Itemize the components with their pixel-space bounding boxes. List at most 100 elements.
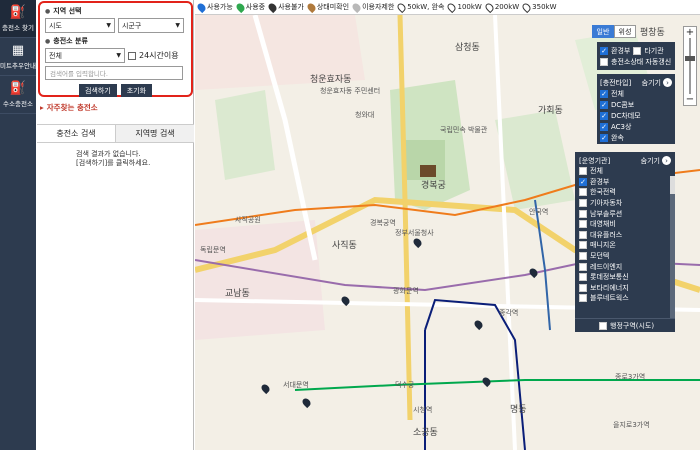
- legend-item[interactable]: 상태미확인: [305, 1, 349, 13]
- operator-checkbox[interactable]: ✓: [579, 177, 587, 186]
- operator-panel: [운영기관] 숨기기 › 전체 ✓ 환경부 한국전력 기아자동차 남부솔루션 대영…: [575, 152, 675, 332]
- pin-icon: [234, 1, 246, 13]
- legend-item[interactable]: 50kW, 완속: [396, 1, 444, 13]
- map-label: 청와대: [355, 111, 375, 119]
- left-rail: ⛽ 충전소 찾기 ▦ 미트추우안내 ⛽ 수소충전소: [0, 0, 36, 450]
- bullet-icon: ●: [45, 7, 51, 15]
- operator-checkbox[interactable]: [579, 241, 587, 250]
- operator-checkbox[interactable]: [579, 167, 587, 176]
- zoom-slider[interactable]: [685, 38, 695, 94]
- region-section-title: ● 지역 선택: [45, 7, 82, 15]
- sido-select[interactable]: 시도 ▼: [45, 18, 115, 33]
- chevron-right-icon: ›: [662, 156, 671, 165]
- panel-title: [충전타입]: [600, 78, 632, 87]
- pin-icon: [350, 1, 363, 13]
- operator-checkbox[interactable]: [579, 283, 587, 292]
- legend-item[interactable]: 사용중: [234, 1, 265, 13]
- operator-checkbox[interactable]: [579, 273, 587, 282]
- type-select[interactable]: 전체 ▼: [45, 48, 125, 63]
- map-label: 교남동: [225, 289, 250, 299]
- admin-area-toggle[interactable]: 행정구역(시도): [575, 318, 675, 332]
- map-label: 경복궁: [421, 181, 446, 191]
- 24h-label: 24시간이용: [139, 51, 179, 60]
- charger-icon: ⛽: [9, 4, 27, 20]
- operator-checkbox[interactable]: [579, 252, 587, 261]
- map-type-toggle: 일반 위성: [592, 25, 636, 38]
- map-label: 평창동: [640, 28, 665, 38]
- legend-item[interactable]: 사용불가: [266, 1, 304, 13]
- map-label: 청운효자동 주민센터: [320, 87, 381, 95]
- result-hint: [검색하기]를 클릭하세요.: [76, 159, 151, 167]
- map-label: 국립민속 박물관: [440, 126, 488, 134]
- map-label: 광화문역: [393, 287, 419, 295]
- type-section-title: ● 충전소 분류: [45, 37, 88, 45]
- type-checkbox[interactable]: ✓: [600, 122, 608, 131]
- 24h-checkbox[interactable]: [128, 51, 136, 60]
- search-input[interactable]: 검색어를 입력합니다.: [45, 66, 183, 80]
- legend-item[interactable]: 이용자제한: [350, 1, 394, 13]
- operator-scrollbar[interactable]: [670, 176, 675, 321]
- map-label: 시청역: [413, 406, 433, 414]
- zoom-control: + −: [683, 26, 697, 106]
- operator-checkbox[interactable]: [579, 188, 587, 197]
- legend-item[interactable]: 350kW: [521, 1, 557, 13]
- map-label: 덕수궁: [395, 381, 415, 389]
- legend-item[interactable]: 사용가능: [195, 1, 233, 13]
- legend-item[interactable]: 100kW: [446, 1, 482, 13]
- layer-panel: ✓ 환경부 타기관 충전소상태 자동갱신: [597, 42, 675, 70]
- pin-icon: [446, 1, 458, 13]
- chevron-right-icon: ›: [663, 78, 672, 87]
- type-checkbox[interactable]: ✓: [600, 89, 608, 98]
- map-label: 종각역: [499, 309, 519, 317]
- scroll-thumb[interactable]: [670, 176, 675, 194]
- legend-item[interactable]: 200kW: [483, 1, 519, 13]
- map-label: 청운효자동: [310, 75, 352, 85]
- chevron-down-icon: ▼: [106, 22, 111, 29]
- reset-button[interactable]: 초기화: [120, 84, 153, 97]
- zoom-in-button[interactable]: +: [686, 27, 694, 38]
- auto-refresh-checkbox[interactable]: [600, 57, 608, 66]
- zoom-handle[interactable]: [685, 56, 695, 61]
- tab-station-search[interactable]: 충전소 검색: [37, 125, 115, 142]
- map-label: 종로3가역: [615, 373, 646, 381]
- layer-checkbox[interactable]: [633, 46, 642, 55]
- calendar-icon: ▦: [11, 42, 25, 58]
- charge-type-panel: [충전타입] 숨기기 › ✓ 전체 ✓ DC콤보 ✓ DC차데모 ✓ AC3상 ✓ 완속: [597, 74, 675, 144]
- rail-charger-search[interactable]: ⛽ 충전소 찾기: [0, 0, 36, 38]
- operator-checkbox[interactable]: [579, 209, 587, 218]
- map-label: 삼청동: [455, 43, 480, 53]
- sigungu-select[interactable]: 시군구 ▼: [118, 18, 184, 33]
- tab-region-search[interactable]: 지역명 검색: [115, 125, 194, 142]
- operator-checkbox[interactable]: [579, 220, 587, 229]
- operator-checkbox[interactable]: [579, 199, 587, 208]
- operator-checkbox[interactable]: [579, 294, 587, 303]
- favorites-link[interactable]: ▸ 자주찾는 충전소: [40, 102, 98, 113]
- rail-guide[interactable]: ▦ 미트추우안내: [0, 38, 36, 76]
- layer-checkbox[interactable]: ✓: [600, 46, 608, 55]
- operator-checkbox[interactable]: [579, 230, 587, 239]
- zoom-out-button[interactable]: −: [686, 94, 694, 105]
- panel-title: [운영기관]: [579, 156, 611, 165]
- type-checkbox[interactable]: ✓: [600, 100, 608, 109]
- map-label: 안국역: [529, 208, 549, 216]
- type-checkbox[interactable]: ✓: [600, 111, 608, 120]
- map-label: 사직동: [332, 241, 357, 251]
- pin-icon: [195, 1, 208, 13]
- hide-button[interactable]: 숨기기 ›: [642, 78, 672, 88]
- map-label: 사직공원: [235, 216, 261, 224]
- pin-icon: [396, 1, 408, 13]
- map-label: 가회동: [538, 106, 563, 116]
- map-label: 독립문역: [200, 246, 226, 254]
- rail-hydrogen[interactable]: ⛽ 수소충전소: [0, 76, 36, 114]
- search-form: ● 지역 선택 시도 ▼ 시군구 ▼ ● 충전소 분류 전체 ▼ 24시간이용 검색어…: [38, 1, 193, 97]
- search-button[interactable]: 검색하기: [78, 84, 117, 97]
- hide-button[interactable]: 숨기기 ›: [641, 156, 671, 166]
- operator-checkbox[interactable]: [579, 262, 587, 271]
- map-normal-button[interactable]: 일반: [592, 25, 614, 38]
- type-checkbox[interactable]: ✓: [600, 133, 608, 142]
- map-label: 소공동: [413, 428, 438, 438]
- search-tabs: 충전소 검색 지역명 검색: [37, 124, 194, 143]
- map-satellite-button[interactable]: 위성: [614, 25, 636, 38]
- admin-area-checkbox[interactable]: [599, 321, 607, 330]
- map-label: 정부서울청사: [395, 229, 434, 237]
